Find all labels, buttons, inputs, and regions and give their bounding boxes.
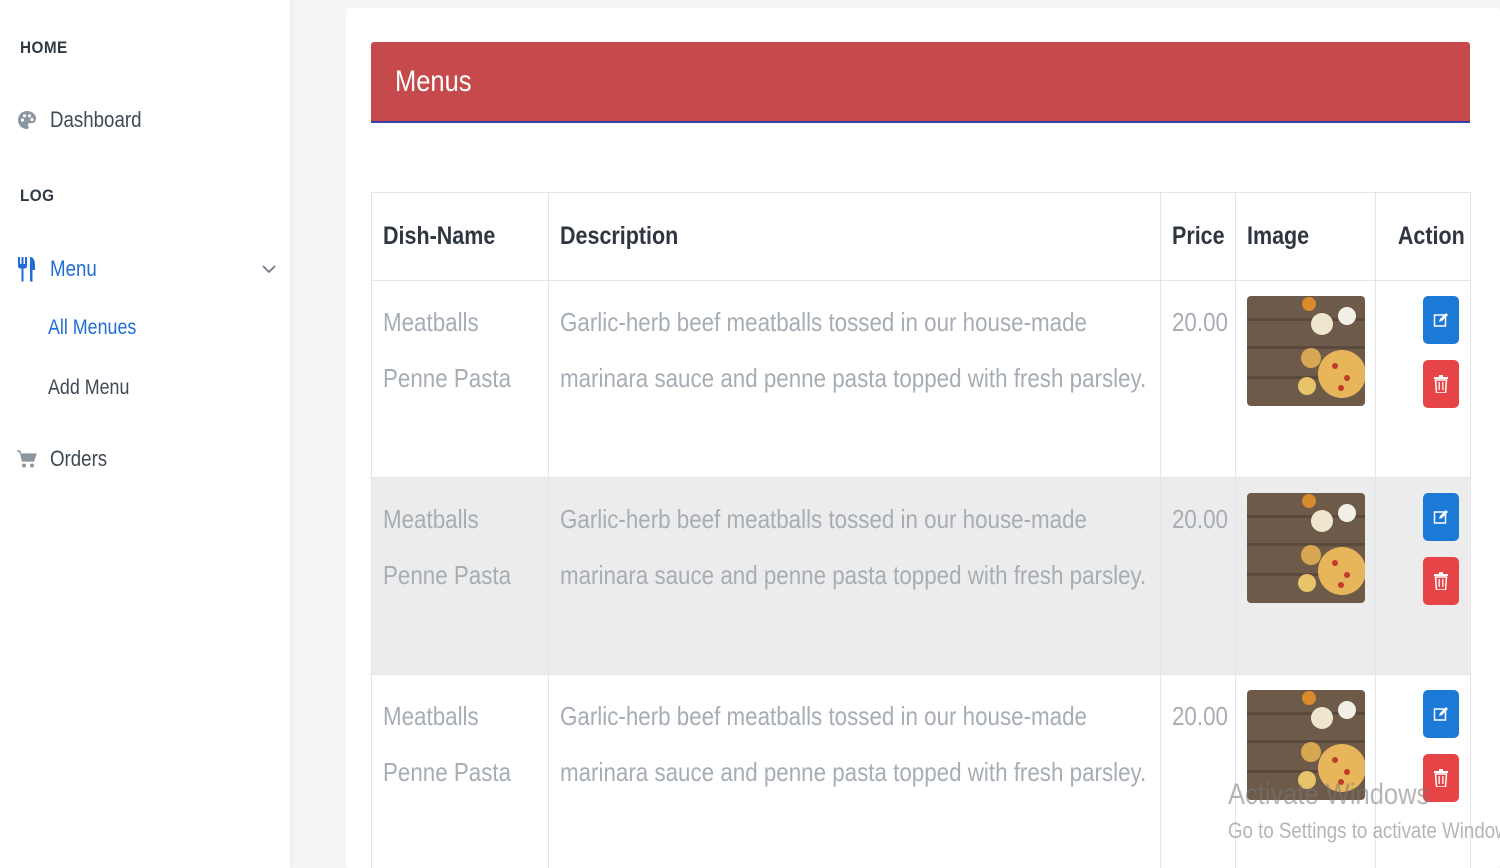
action-cell [1375, 674, 1471, 868]
edit-icon [1433, 510, 1448, 524]
column-header-description: Description [548, 192, 1161, 281]
edit-button[interactable] [1423, 296, 1459, 344]
section-title-home: HOME [20, 38, 68, 57]
delete-button[interactable] [1423, 360, 1459, 408]
dish-image [1247, 296, 1365, 406]
delete-button[interactable] [1423, 754, 1459, 802]
menus-table: Dish-Name Description Price Image Action… [371, 192, 1471, 868]
description-cell: Garlic-herb beef meatballs tossed in our… [548, 674, 1161, 868]
trash-icon [1434, 375, 1448, 393]
edit-button[interactable] [1423, 493, 1459, 541]
sidebar-item-label: Orders [50, 446, 108, 471]
column-header-price: Price [1160, 192, 1236, 281]
page-title: Menus [395, 64, 472, 98]
delete-button[interactable] [1423, 557, 1459, 605]
dish-name-cell: Meatballs Penne Pasta [371, 280, 549, 478]
column-header-image: Image [1235, 192, 1376, 281]
table-row: Meatballs Penne Pasta Garlic-herb beef m… [371, 280, 1471, 478]
palette-icon [16, 109, 38, 131]
edit-icon [1433, 313, 1448, 327]
action-cell [1375, 280, 1471, 478]
dish-image [1247, 690, 1365, 800]
sidebar-item-orders[interactable]: Orders [16, 442, 117, 476]
sidebar-item-dashboard[interactable]: Dashboard [16, 103, 158, 137]
description-cell: Garlic-herb beef meatballs tossed in our… [548, 477, 1161, 675]
dish-image [1247, 493, 1365, 603]
column-header-action: Action [1375, 192, 1471, 281]
sidebar-item-label: Menu [50, 256, 97, 281]
image-cell [1235, 280, 1376, 478]
sidebar-item-menu[interactable]: Menu [16, 252, 105, 286]
chevron-down-icon[interactable] [262, 262, 276, 276]
action-cell [1375, 477, 1471, 675]
sidebar-subitem-all-menues[interactable]: All Menues [48, 316, 152, 340]
image-cell [1235, 477, 1376, 675]
cart-icon [16, 448, 38, 470]
description-cell: Garlic-herb beef meatballs tossed in our… [548, 280, 1161, 478]
page-header: Menus [371, 42, 1470, 123]
sidebar: HOME Dashboard LOG Menu All Menues Add M… [0, 0, 290, 868]
dish-name-cell: Meatballs Penne Pasta [371, 674, 549, 868]
edit-button[interactable] [1423, 690, 1459, 738]
section-title-log: LOG [20, 186, 55, 205]
trash-icon [1434, 769, 1448, 787]
table-row: Meatballs Penne Pasta Garlic-herb beef m… [371, 477, 1471, 675]
dish-name-cell: Meatballs Penne Pasta [371, 477, 549, 675]
trash-icon [1434, 572, 1448, 590]
sidebar-subitem-add-menu[interactable]: Add Menu [48, 376, 144, 400]
table-header-row: Dish-Name Description Price Image Action [371, 192, 1471, 281]
table-row: Meatballs Penne Pasta Garlic-herb beef m… [371, 674, 1471, 868]
sidebar-item-label: Dashboard [50, 107, 142, 132]
image-cell [1235, 674, 1376, 868]
edit-icon [1433, 707, 1448, 721]
utensils-icon [16, 257, 38, 282]
column-header-dish-name: Dish-Name [371, 192, 549, 281]
